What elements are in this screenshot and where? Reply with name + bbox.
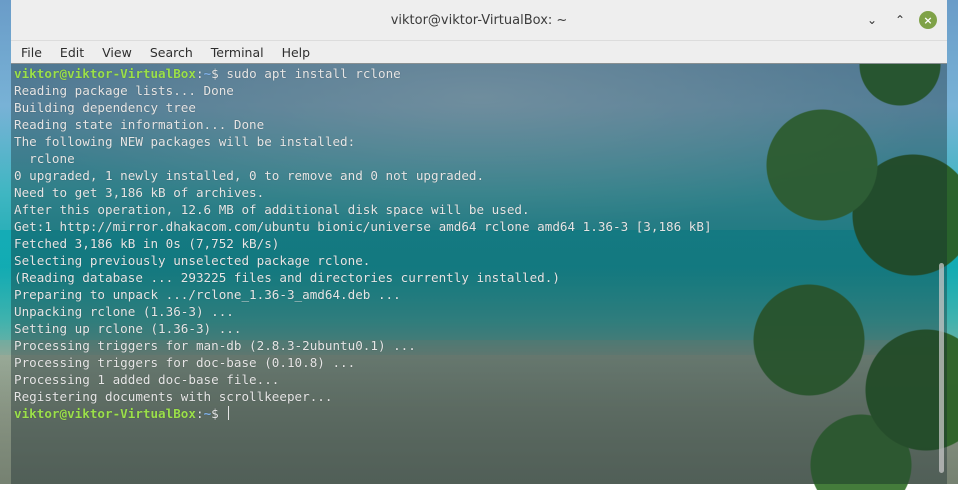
menu-search[interactable]: Search [150,45,193,60]
output-line: rclone [14,151,75,166]
window-title: viktor@viktor-VirtualBox: ~ [390,12,568,28]
output-line: Building dependency tree [14,100,196,115]
output-line: The following NEW packages will be insta… [14,134,356,149]
output-line: Processing 1 added doc-base file... [14,372,280,387]
output-line: Get:1 http://mirror.dhakacom.com/ubuntu … [14,219,712,234]
window-controls: ⌄ ⌃ × [863,11,937,29]
output-line: Reading package lists... Done [14,83,234,98]
prompt-separator: : [195,66,204,81]
title-bar[interactable]: viktor@viktor-VirtualBox: ~ ⌄ ⌃ × [11,0,947,41]
prompt-symbol: $ [211,66,219,81]
prompt-user: viktor@viktor-VirtualBox [14,406,196,421]
output-line: Reading state information... Done [14,117,265,132]
output-line: Need to get 3,186 kB of archives. [14,185,265,200]
prompt-user: viktor@viktor-VirtualBox [14,66,196,81]
output-line: Preparing to unpack .../rclone_1.36-3_am… [14,287,401,302]
restore-icon[interactable]: ⌃ [891,11,909,29]
menu-file[interactable]: File [21,45,42,60]
output-line: Selecting previously unselected package … [14,253,371,268]
output-line: Fetched 3,186 kB in 0s (7,752 kB/s) [14,236,280,251]
menu-terminal[interactable]: Terminal [211,45,264,60]
close-icon[interactable]: × [919,11,937,29]
command-line: viktor@viktor-VirtualBox:~$ sudo apt ins… [14,65,947,82]
menu-view[interactable]: View [102,45,132,60]
output-line: Registering documents with scrollkeeper.… [14,389,333,404]
output-line: Processing triggers for doc-base (0.10.8… [14,355,356,370]
command-text: sudo apt install rclone [218,66,401,81]
output-line: 0 upgraded, 1 newly installed, 0 to remo… [14,168,485,183]
terminal-output[interactable]: viktor@viktor-VirtualBox:~$ sudo apt ins… [11,63,947,484]
prompt-separator: : [195,406,204,421]
output-line: After this operation, 12.6 MB of additio… [14,202,530,217]
output-line: (Reading database ... 293225 files and d… [14,270,560,285]
minimize-icon[interactable]: ⌄ [863,11,881,29]
active-prompt-line[interactable]: viktor@viktor-VirtualBox:~$ [14,405,947,422]
terminal-scrollbar[interactable] [939,263,944,473]
terminal-window: viktor@viktor-VirtualBox: ~ ⌄ ⌃ × File E… [11,0,947,484]
menu-help[interactable]: Help [282,45,311,60]
output-line: Unpacking rclone (1.36-3) ... [14,304,234,319]
menu-edit[interactable]: Edit [60,45,84,60]
output-line: Processing triggers for man-db (2.8.3-2u… [14,338,416,353]
output-line: Setting up rclone (1.36-3) ... [14,321,242,336]
text-cursor [228,406,230,420]
menu-bar: File Edit View Search Terminal Help [11,41,947,64]
prompt-symbol: $ [211,406,219,421]
